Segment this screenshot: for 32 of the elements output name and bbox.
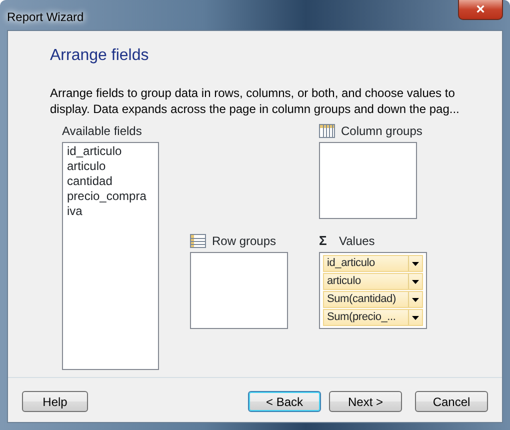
wizard-button[interactable]: Next > [329,391,402,412]
value-dropdown[interactable]: Sum(precio_... [323,309,423,326]
column-groups-icon [319,124,335,138]
window-title: Report Wizard [7,9,84,26]
column-groups-label: Column groups [341,123,422,140]
page-heading: Arrange fields [50,46,150,66]
close-button[interactable]: × [458,0,503,20]
field-item[interactable]: id_articulo [67,144,122,159]
available-fields-label: Available fields [62,123,142,140]
field-item[interactable]: articulo [67,159,106,174]
field-item[interactable]: precio_compra [67,189,146,204]
caret-icon [412,280,419,284]
wizard-button[interactable]: Help [22,391,88,412]
row-groups-list[interactable] [190,252,288,329]
value-dropdown[interactable]: id_articulo [323,255,423,272]
row-groups-label: Row groups [212,233,276,250]
wizard-button[interactable]: < Back [248,391,321,412]
description-text: Arrange fields to group data in rows, columns, or both, and choose values to display. Data expands across the page in column groups and down the pag... [50,85,460,117]
wizard-button[interactable]: Cancel [415,391,488,412]
available-fields-list[interactable]: id_articulo articulo cantidad precio_compra iva [62,142,159,370]
sigma-icon: Σ [319,231,333,251]
field-item[interactable]: cantidad [67,174,112,189]
column-groups-list[interactable] [319,142,417,219]
values-list[interactable]: id_articulo articulo Sum(cantidad) Sum(precio_... [319,252,427,329]
field-item[interactable]: iva [67,204,82,219]
caret-icon [412,262,419,266]
caret-icon [412,316,419,320]
values-label: Values [339,233,375,250]
value-dropdown[interactable]: Sum(cantidad) [323,291,423,308]
row-groups-icon [190,234,206,248]
caret-icon [412,298,419,302]
value-dropdown[interactable]: articulo [323,273,423,290]
